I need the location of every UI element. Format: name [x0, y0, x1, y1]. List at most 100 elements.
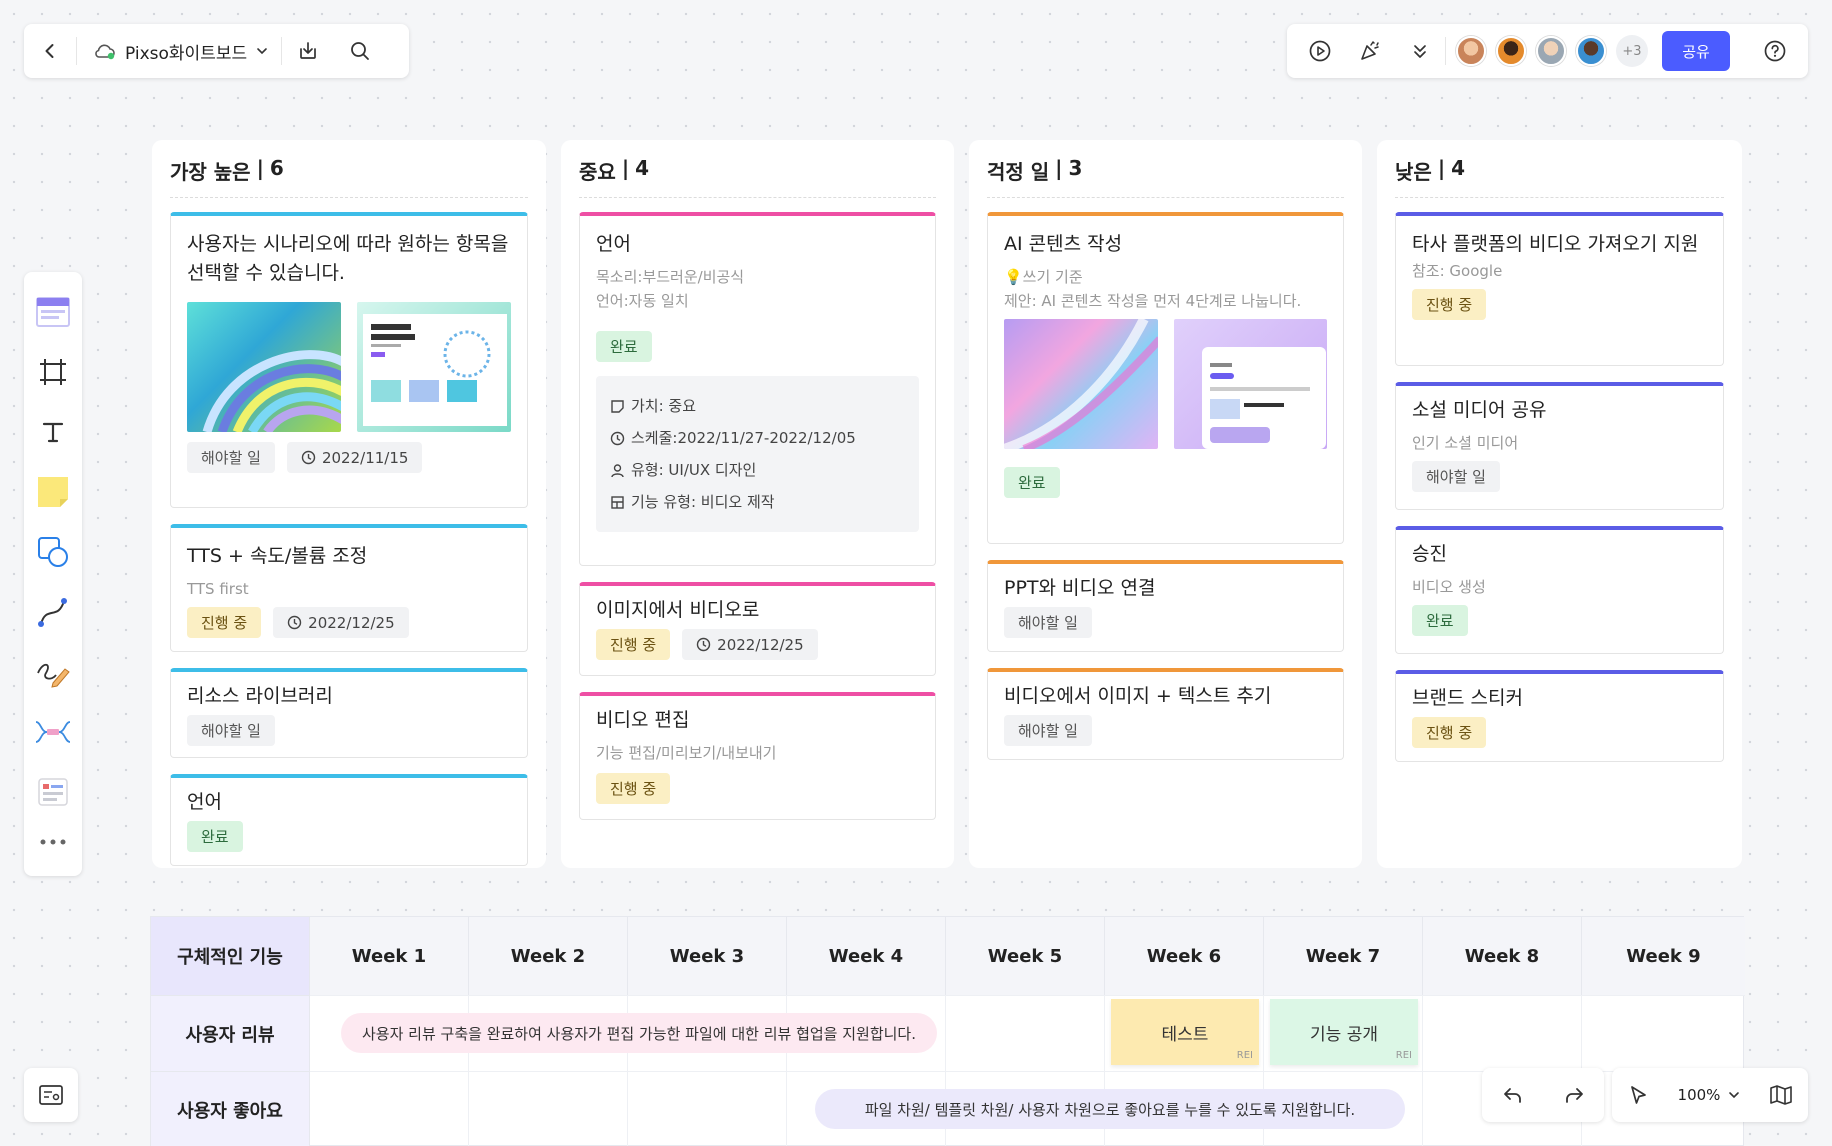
date-tag[interactable]: 2022/11/15: [286, 442, 423, 473]
task-card[interactable]: AI 콘텐츠 작성 💡쓰기 기준 제안: AI 콘텐츠 작성을 먼저 4단계로 …: [987, 212, 1344, 544]
date-tag[interactable]: 2022/12/25: [273, 607, 409, 638]
card-tags: 진행 중: [596, 773, 919, 804]
undo-button[interactable]: [1502, 1068, 1524, 1122]
timeline-cell[interactable]: [310, 1071, 469, 1146]
task-card[interactable]: 브랜드 스티커 진행 중: [1395, 670, 1724, 762]
card-subtitle: 목소리:부드러운/비공식: [596, 268, 745, 286]
task-card[interactable]: 리소스 라이브러리 해야할 일: [170, 668, 528, 758]
column-separator: |: [1437, 156, 1446, 180]
avatar[interactable]: [1536, 36, 1566, 66]
status-tag[interactable]: 완료: [187, 821, 243, 852]
timeline-corner-header: 구체적인 기능: [151, 917, 310, 995]
task-card[interactable]: 비디오 편집 기능 편집/미리보기/내보내기 진행 중: [579, 692, 936, 820]
column-count: 4: [1451, 156, 1466, 180]
status-tag[interactable]: 진행 중: [596, 629, 671, 660]
detail-row: 가치: 중요: [610, 390, 905, 422]
sticky-note-tool[interactable]: [24, 462, 82, 522]
status-tag[interactable]: 진행 중: [596, 773, 671, 804]
card-tags: 해야할 일 2022/11/15: [187, 442, 511, 473]
card-subtitle: 비디오 생성: [1412, 578, 1486, 596]
column-header: 걱정 일 | 3: [987, 156, 1344, 198]
task-card[interactable]: 언어 완료: [170, 774, 528, 866]
frame-tool[interactable]: [24, 342, 82, 402]
share-button[interactable]: 공유: [1662, 31, 1730, 71]
task-card[interactable]: 언어 목소리:부드러운/비공식 언어:자동 일치 완료 가치: 중요 스케줄:2…: [579, 212, 936, 566]
status-tag[interactable]: 해야할 일: [187, 442, 275, 473]
avatar[interactable]: [1456, 36, 1486, 66]
status-tag[interactable]: 해야할 일: [1412, 461, 1500, 492]
card-tags: 완료: [596, 331, 919, 362]
layers-panel-button[interactable]: [24, 1068, 78, 1122]
more-users-count[interactable]: +3: [1616, 35, 1648, 67]
minimap-button[interactable]: [1769, 1068, 1793, 1122]
double-chevron-down-icon: [1414, 45, 1426, 58]
column-title: 중요: [579, 160, 616, 184]
task-card[interactable]: 사용자는 시나리오에 따라 원하는 항목을 선택할 수 있습니다. 해야할 일 …: [170, 212, 528, 508]
template-tool[interactable]: [24, 282, 82, 342]
timeline-cell[interactable]: [628, 1071, 787, 1146]
back-button[interactable]: [24, 24, 76, 78]
task-card[interactable]: TTS + 속도/볼륨 조정 TTS first 진행 중 2022/12/25: [170, 524, 528, 652]
column-separator: |: [256, 156, 264, 180]
download-button[interactable]: [282, 24, 334, 78]
zoom-dropdown[interactable]: 100%: [1678, 1068, 1741, 1122]
shape-tool[interactable]: [24, 522, 82, 582]
week-header: Week 8: [1423, 917, 1582, 995]
task-card[interactable]: PPT와 비디오 연결 해야할 일: [987, 560, 1344, 652]
play-circle-icon: [1309, 40, 1331, 62]
mindmap-tool[interactable]: [24, 702, 82, 762]
avatar[interactable]: [1496, 36, 1526, 66]
date-tag[interactable]: 2022/12/25: [682, 629, 818, 660]
status-tag[interactable]: 진행 중: [1412, 289, 1487, 320]
task-card[interactable]: 소설 미디어 공유 인기 소셜 미디어 해야할 일: [1395, 382, 1724, 510]
timeline-cell[interactable]: [946, 995, 1105, 1071]
sticky-note-icon: [38, 477, 68, 507]
connector-tool[interactable]: [24, 582, 82, 642]
card-tags: 완료: [187, 821, 511, 852]
file-title-dropdown[interactable]: Pixso화이트보드: [77, 24, 281, 78]
status-tag[interactable]: 해야할 일: [1004, 715, 1092, 746]
status-tag[interactable]: 해야할 일: [187, 715, 275, 746]
timeline-bar-review[interactable]: 사용자 리뷰 구축을 완료하여 사용자가 편집 가능한 파일에 대한 리뷰 협업…: [341, 1013, 937, 1053]
task-card[interactable]: 이미지에서 비디오로 진행 중 2022/12/25: [579, 582, 936, 676]
card-title: 소설 미디어 공유: [1412, 399, 1547, 421]
status-tag[interactable]: 진행 중: [1412, 717, 1487, 748]
expand-more-button[interactable]: [1395, 24, 1445, 78]
celebrate-button[interactable]: [1345, 24, 1395, 78]
sticky-note-test[interactable]: 테스트 REI: [1111, 999, 1259, 1065]
column-separator: |: [621, 156, 630, 180]
kanban-column-important: 중요 | 4 언어 목소리:부드러운/비공식 언어:자동 일치 완료 가치: 중요…: [561, 140, 954, 868]
timeline-cell[interactable]: [1423, 995, 1582, 1071]
help-button[interactable]: [1750, 24, 1800, 78]
text-tool[interactable]: [24, 402, 82, 462]
status-tag[interactable]: 완료: [596, 331, 652, 362]
sticky-note-release[interactable]: 기능 공개 REI: [1270, 999, 1418, 1065]
timeline-cell[interactable]: [469, 1071, 628, 1146]
timeline-cell[interactable]: [1582, 995, 1745, 1071]
redo-button[interactable]: [1563, 1068, 1585, 1122]
avatar[interactable]: [1576, 36, 1606, 66]
timeline-bar-like[interactable]: 파일 차원/ 템플릿 차원/ 사용자 차원으로 좋아요를 누를 수 있도록 지원…: [815, 1089, 1405, 1129]
task-card[interactable]: 승진 비디오 생성 완료: [1395, 526, 1724, 654]
present-button[interactable]: [1295, 24, 1345, 78]
party-popper-icon: [1361, 41, 1379, 60]
more-tools-button[interactable]: [24, 822, 82, 862]
status-tag[interactable]: 진행 중: [187, 607, 262, 638]
task-card[interactable]: 타사 플랫폼의 비디오 가져오기 지원 참조: Google 진행 중: [1395, 212, 1724, 366]
status-tag[interactable]: 해야할 일: [1004, 607, 1092, 638]
select-tool-button[interactable]: [1627, 1068, 1649, 1122]
frame-icon: [40, 359, 66, 385]
pen-tool[interactable]: [24, 642, 82, 702]
search-button[interactable]: [334, 24, 386, 78]
card-title: 사용자는 시나리오에 따라 원하는 항목을 선택할 수 있습니다.: [187, 233, 509, 284]
column-count: 4: [635, 156, 650, 180]
collaborator-avatars: +3: [1456, 35, 1648, 67]
status-tag[interactable]: 완료: [1412, 605, 1468, 636]
pen-draw-icon: [37, 663, 70, 688]
table-tool[interactable]: [24, 762, 82, 822]
cloud-sync-icon: [95, 44, 115, 60]
card-tags: 완료: [1004, 467, 1327, 498]
task-card[interactable]: 비디오에서 이미지 + 텍스트 추기 해야할 일: [987, 668, 1344, 760]
sticky-author: REI: [1236, 1050, 1253, 1061]
status-tag[interactable]: 완료: [1004, 467, 1060, 498]
